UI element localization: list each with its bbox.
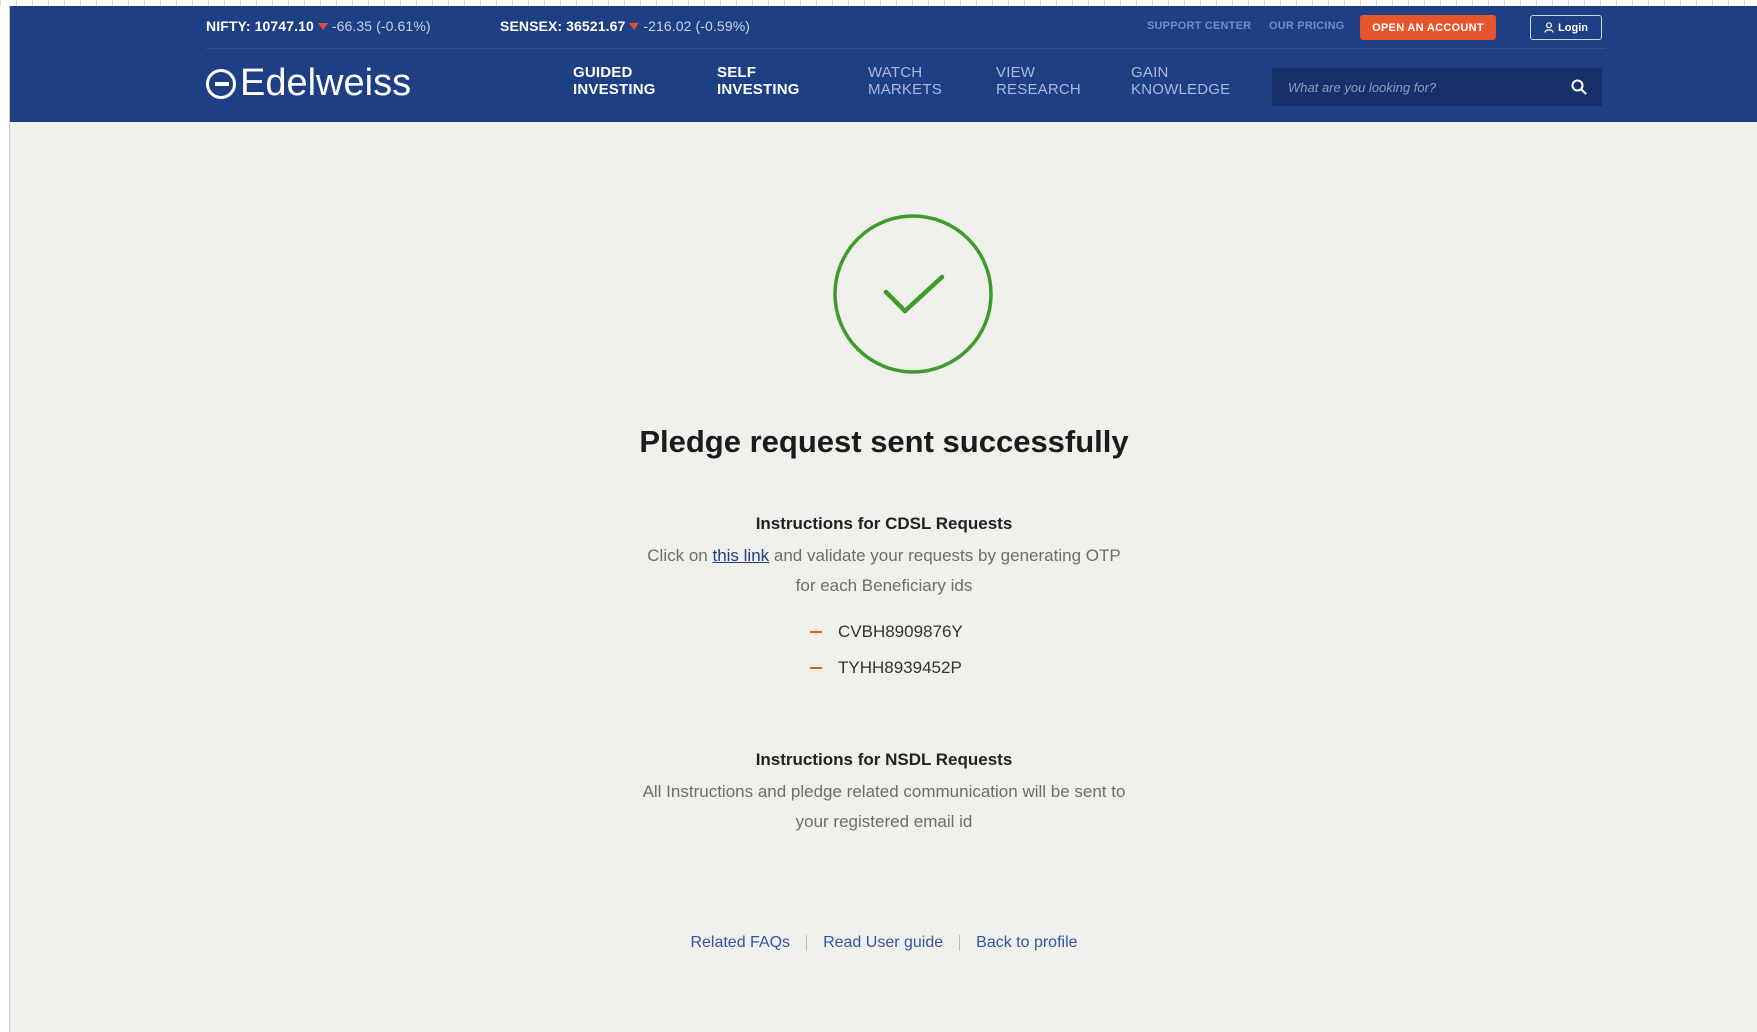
- link-separator: [959, 935, 961, 951]
- page-title: Pledge request sent successfully: [639, 424, 1129, 459]
- related-faqs-link[interactable]: Related FAQs: [690, 934, 790, 952]
- open-account-label: OPEN AN ACCOUNT: [1372, 21, 1484, 34]
- read-user-guide-link[interactable]: Read User guide: [823, 934, 943, 952]
- user-icon: [1544, 22, 1554, 33]
- cdsl-instructions: Click on this link and validate your req…: [10, 541, 1757, 601]
- nav-self-investing[interactable]: SELF INVESTING: [717, 64, 800, 98]
- edelweiss-logo-icon: [206, 68, 236, 99]
- cdsl-text-before: Click on: [647, 546, 713, 565]
- nsdl-heading: Instructions for NSDL Requests: [755, 750, 1013, 769]
- sensex-ticker: SENSEX: 36521.67 -216.02 (-0.59%): [500, 18, 750, 34]
- nifty-value: NIFTY: 10747.10: [206, 18, 314, 34]
- link-separator: [806, 935, 808, 951]
- sensex-value: SENSEX: 36521.67: [500, 18, 626, 34]
- back-to-profile-link[interactable]: Back to profile: [976, 934, 1077, 952]
- header-divider: [206, 48, 1606, 49]
- nav-line2: MARKETS: [868, 81, 942, 98]
- nav-watch-markets[interactable]: WATCH MARKETS: [868, 64, 942, 98]
- cdsl-text-after: and validate your requests by generating…: [769, 546, 1121, 565]
- login-label: Login: [1558, 21, 1588, 34]
- nav-line1: WATCH: [868, 64, 923, 81]
- list-item: CVBH8909876Y: [810, 614, 963, 650]
- nav-view-research[interactable]: VIEW RESEARCH: [996, 64, 1081, 98]
- beneficiary-id: CVBH8909876Y: [838, 622, 963, 641]
- cdsl-line1: Click on this link and validate your req…: [10, 541, 1757, 571]
- site-header: NIFTY: 10747.10 -66.35 (-0.61%) SENSEX: 3…: [10, 6, 1757, 122]
- search-input[interactable]: [1286, 78, 1570, 96]
- nav-line1: GUIDED: [573, 64, 633, 81]
- nifty-ticker: NIFTY: 10747.10 -66.35 (-0.61%): [206, 18, 431, 34]
- search-box: [1272, 68, 1602, 106]
- cdsl-validation-link[interactable]: this link: [712, 546, 769, 565]
- nsdl-line1: All Instructions and pledge related comm…: [642, 782, 1126, 801]
- list-item: TYHH8939452P: [810, 650, 963, 686]
- nsdl-instructions: All Instructions and pledge related comm…: [10, 777, 1757, 837]
- nsdl-line2: your registered email id: [795, 812, 973, 831]
- nav-guided-investing[interactable]: GUIDED INVESTING: [573, 64, 656, 98]
- down-arrow-icon: [317, 23, 328, 31]
- page-frame: NIFTY: 10747.10 -66.35 (-0.61%) SENSEX: 3…: [9, 6, 1757, 1032]
- open-account-button[interactable]: OPEN AN ACCOUNT: [1360, 15, 1496, 40]
- search-icon[interactable]: [1570, 78, 1588, 96]
- cdsl-line2: for each Beneficiary ids: [795, 576, 973, 595]
- footer-links: Related FAQs Read User guide Back to pro…: [10, 934, 1757, 952]
- sensex-change: -216.02 (-0.59%): [643, 18, 751, 34]
- nifty-change: -66.35 (-0.61%): [331, 18, 431, 34]
- down-arrow-icon: [629, 23, 640, 31]
- nav-line1: VIEW: [996, 64, 1036, 81]
- dash-icon: [810, 667, 822, 669]
- cdsl-heading: Instructions for CDSL Requests: [755, 514, 1013, 533]
- dash-icon: [810, 631, 822, 633]
- nav-line2: RESEARCH: [996, 81, 1081, 98]
- nav-line2: INVESTING: [573, 81, 656, 98]
- login-button[interactable]: Login: [1530, 15, 1602, 40]
- brand-logo[interactable]: Edelweiss: [206, 62, 411, 105]
- beneficiary-id: TYHH8939452P: [838, 658, 962, 677]
- nav-line1: SELF: [717, 64, 757, 81]
- nav-line2: KNOWLEDGE: [1131, 81, 1231, 98]
- success-check-icon: [833, 214, 993, 374]
- nav-gain-knowledge[interactable]: GAIN KNOWLEDGE: [1131, 64, 1230, 98]
- beneficiary-id-list: CVBH8909876Y TYHH8939452P: [810, 614, 963, 686]
- support-center-link[interactable]: SUPPORT CENTER: [1147, 20, 1251, 32]
- our-pricing-link[interactable]: OUR PRICING: [1269, 20, 1345, 32]
- brand-name: Edelweiss: [240, 62, 412, 104]
- nav-line1: GAIN: [1131, 64, 1169, 81]
- nav-line2: INVESTING: [717, 81, 800, 98]
